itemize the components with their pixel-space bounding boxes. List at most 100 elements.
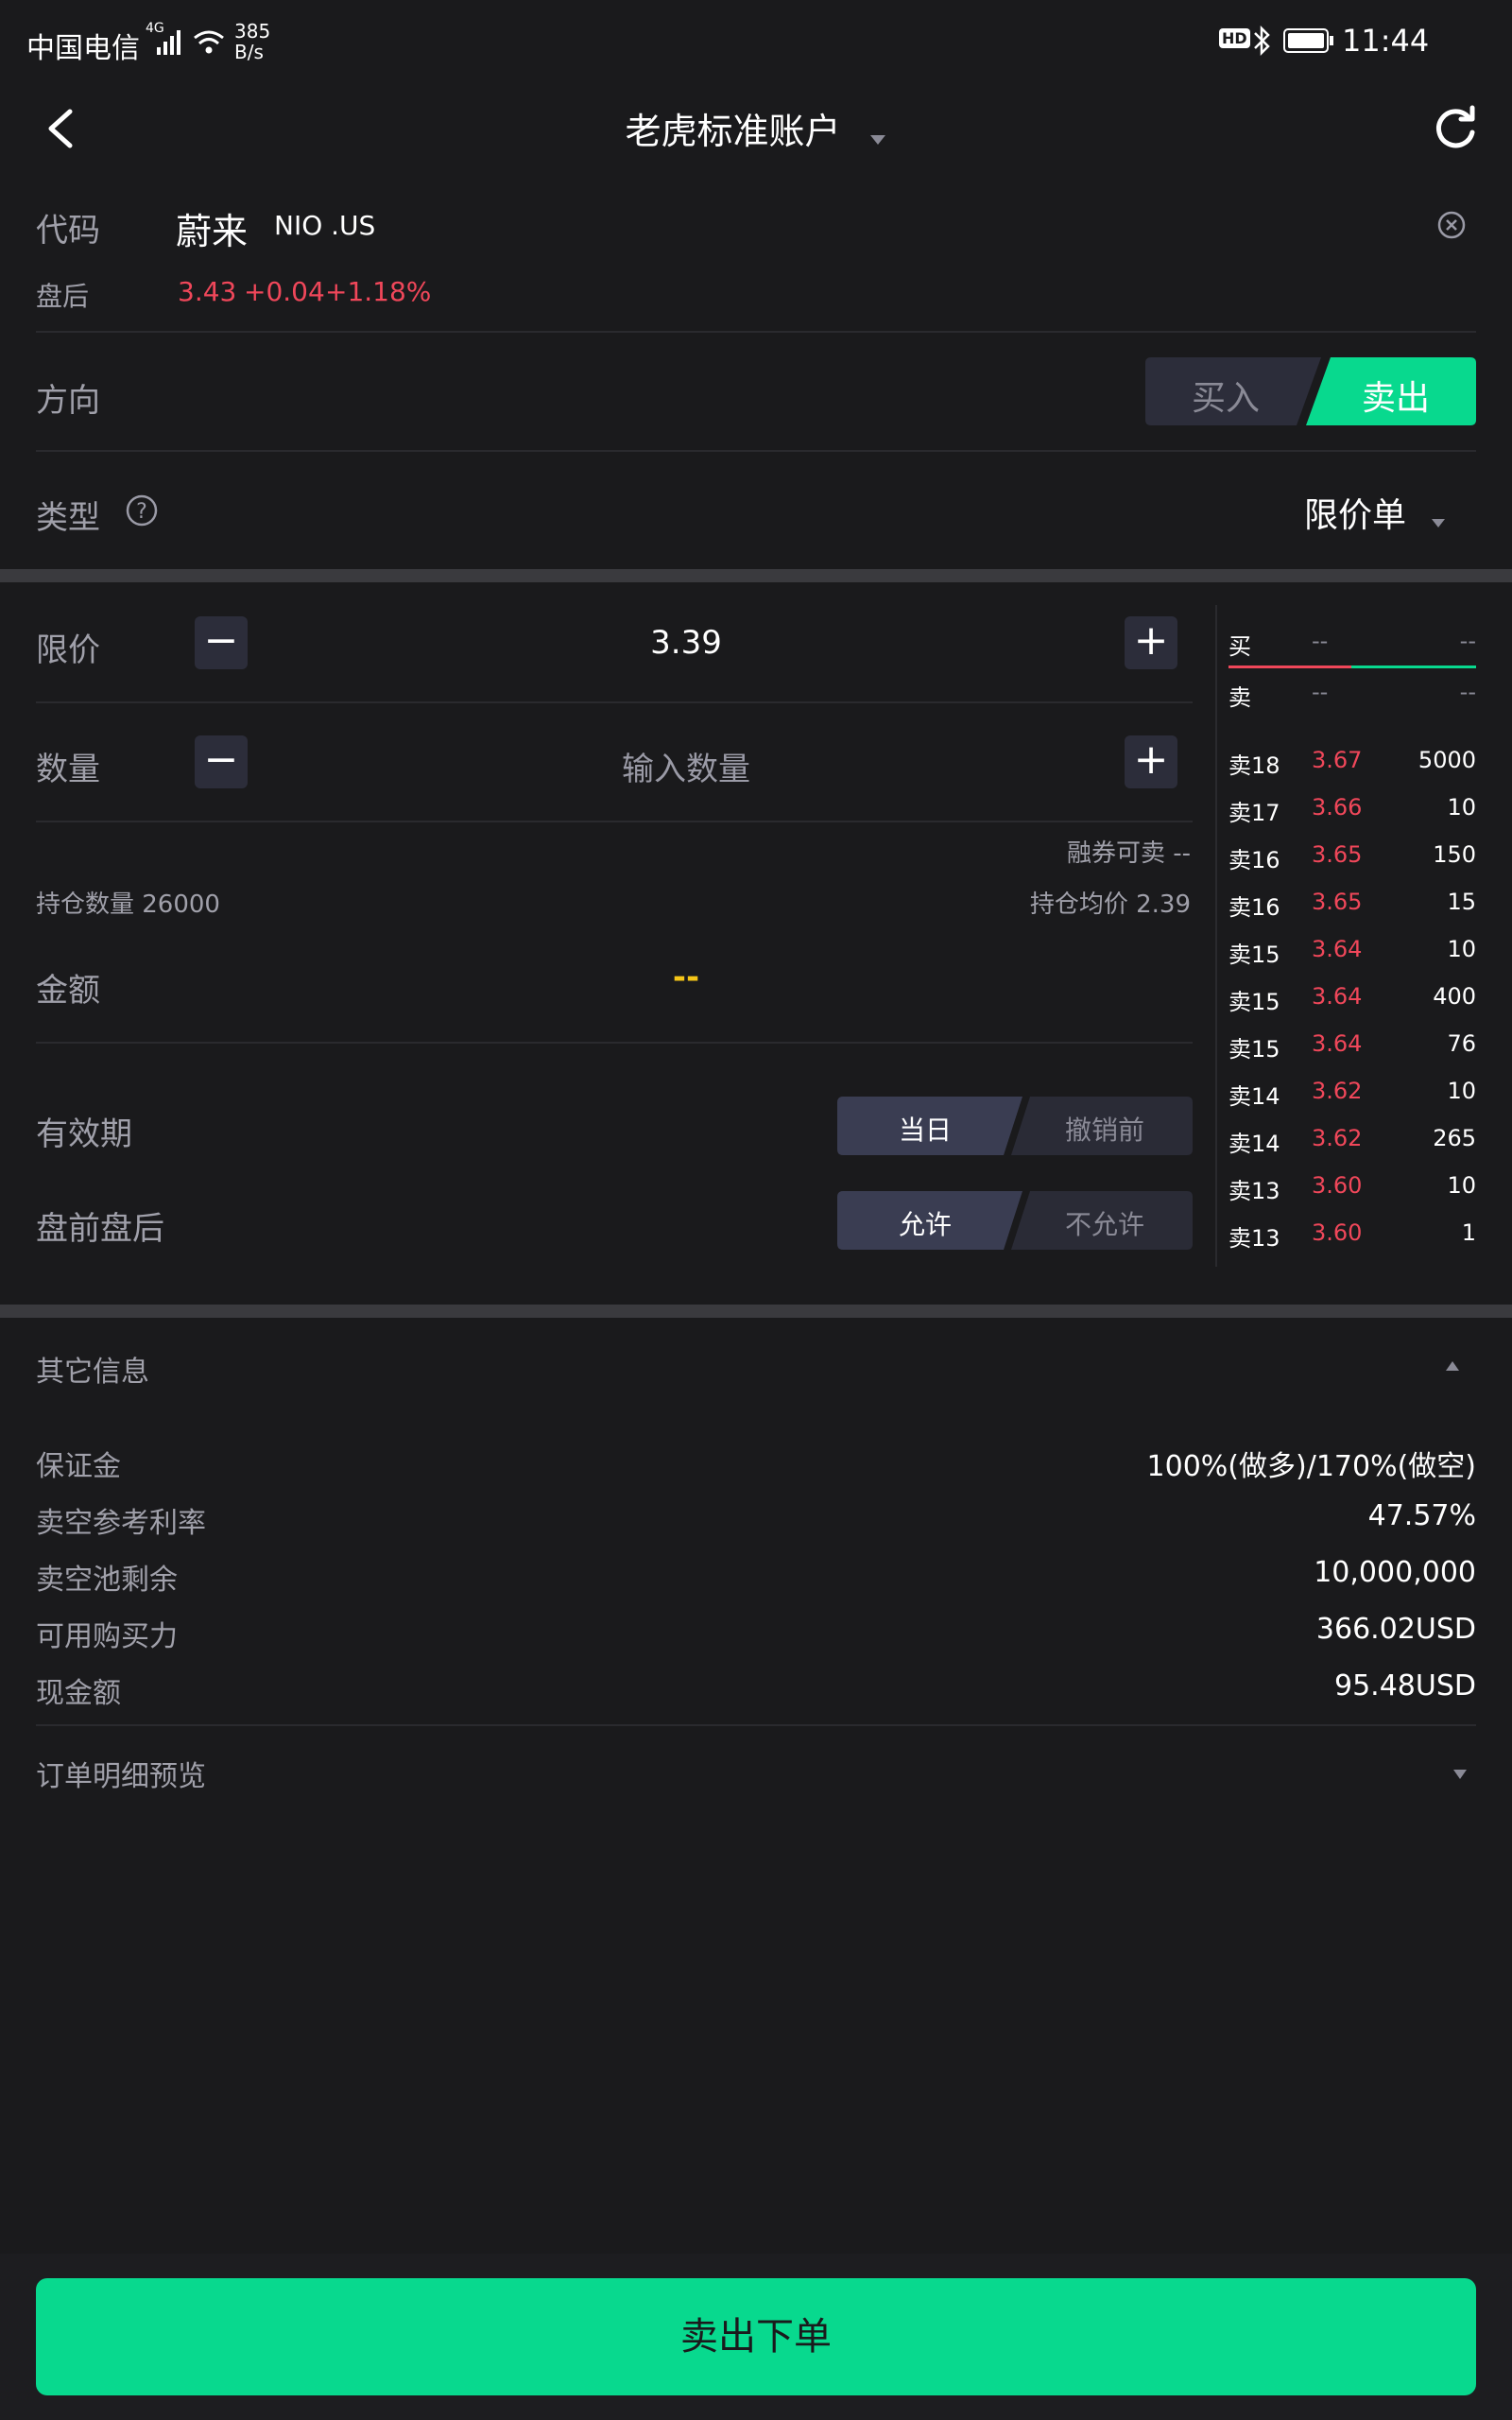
ask-bar bbox=[1351, 666, 1476, 668]
ask-label: 卖 bbox=[1228, 684, 1251, 711]
bid-row: 买 -- -- bbox=[1228, 628, 1476, 666]
help-icon[interactable]: ? bbox=[125, 493, 159, 527]
section-separator bbox=[0, 1305, 1512, 1318]
extended-hours-toggle: 允许 不允许 bbox=[837, 1191, 1193, 1250]
info-row: 卖空池剩余 10,000,000 bbox=[36, 1556, 1476, 1603]
quantity-label: 数量 bbox=[36, 751, 100, 788]
buy-tab[interactable]: 买入 bbox=[1145, 371, 1306, 420]
symbol-label: 代码 bbox=[36, 212, 100, 250]
level-qty: 15 bbox=[1447, 889, 1476, 915]
validity-gtc-option[interactable]: 撤销前 bbox=[1017, 1110, 1193, 1148]
level-qty: 400 bbox=[1433, 983, 1476, 1010]
extended-hours-label: 盘前盘后 bbox=[36, 1210, 164, 1248]
info-key: 现金额 bbox=[36, 1677, 121, 1710]
other-info-title: 其它信息 bbox=[36, 1356, 149, 1389]
order-book-level[interactable]: 卖18 3.67 5000 bbox=[1228, 747, 1476, 794]
bid-price: -- bbox=[1312, 628, 1329, 654]
level-price: 3.64 bbox=[1312, 983, 1363, 1010]
level-price: 3.65 bbox=[1312, 841, 1363, 868]
amount-value: -- bbox=[672, 959, 700, 996]
order-book: 买 -- -- 卖 -- -- 卖18 3.67 5000 卖17 3.66 10 卖16 3… bbox=[1228, 605, 1476, 1286]
bid-bar bbox=[1228, 666, 1351, 668]
info-value: 47.57% bbox=[1367, 1499, 1476, 1532]
order-type-label: 类型 bbox=[36, 499, 100, 537]
direction-label: 方向 bbox=[36, 382, 100, 420]
order-book-level[interactable]: 卖16 3.65 15 bbox=[1228, 889, 1476, 936]
order-book-level[interactable]: 卖13 3.60 1 bbox=[1228, 1219, 1476, 1267]
hd-badge: HD bbox=[1219, 28, 1250, 48]
position-average-price: 持仓均价 2.39 bbox=[1029, 890, 1191, 919]
ask-price: -- bbox=[1312, 679, 1329, 705]
back-icon[interactable] bbox=[42, 106, 79, 151]
level-price: 3.64 bbox=[1312, 936, 1363, 962]
extended-hours-deny-option[interactable]: 不允许 bbox=[1017, 1204, 1193, 1242]
info-row: 保证金 100%(做多)/170%(做空) bbox=[36, 1443, 1476, 1490]
order-book-level[interactable]: 卖13 3.60 10 bbox=[1228, 1172, 1476, 1219]
clock: 11:44 bbox=[1342, 23, 1430, 59]
level-qty: 76 bbox=[1447, 1030, 1476, 1057]
quantity-input[interactable]: 输入数量 bbox=[251, 743, 1121, 789]
wifi-icon bbox=[194, 30, 224, 54]
level-qty: 10 bbox=[1447, 1078, 1476, 1104]
price-minus-button[interactable]: − bbox=[195, 616, 248, 669]
bid-label: 买 bbox=[1228, 633, 1251, 660]
level-qty: 5000 bbox=[1418, 747, 1476, 773]
limit-price-label: 限价 bbox=[36, 631, 100, 669]
level-price: 3.65 bbox=[1312, 889, 1363, 915]
after-hours-change-pct: +1.18% bbox=[325, 276, 432, 307]
submit-sell-button[interactable]: 卖出下单 bbox=[36, 2278, 1476, 2395]
validity-label: 有效期 bbox=[36, 1115, 132, 1153]
validity-day-option[interactable]: 当日 bbox=[837, 1110, 1013, 1148]
level-label: 卖15 bbox=[1228, 1036, 1280, 1063]
caret-down-icon bbox=[1432, 518, 1446, 527]
after-hours-label: 盘后 bbox=[36, 281, 90, 312]
order-book-level[interactable]: 卖15 3.64 10 bbox=[1228, 936, 1476, 983]
sell-tab[interactable]: 卖出 bbox=[1315, 371, 1476, 420]
margin-sellable: 融券可卖 -- bbox=[1066, 839, 1191, 868]
order-book-divider bbox=[1215, 605, 1217, 1267]
refresh-icon[interactable] bbox=[1433, 104, 1478, 153]
quantity-plus-button[interactable]: + bbox=[1125, 735, 1177, 788]
level-qty: 10 bbox=[1447, 1172, 1476, 1199]
order-book-level[interactable]: 卖14 3.62 10 bbox=[1228, 1078, 1476, 1125]
level-qty: 10 bbox=[1447, 794, 1476, 821]
battery-icon bbox=[1283, 28, 1333, 53]
order-book-level[interactable]: 卖14 3.62 265 bbox=[1228, 1125, 1476, 1172]
after-hours-change: +0.04 bbox=[244, 276, 325, 307]
order-book-level[interactable]: 卖17 3.66 10 bbox=[1228, 794, 1476, 841]
info-value: 10,000,000 bbox=[1314, 1556, 1476, 1589]
divider bbox=[36, 701, 1193, 703]
level-price: 3.67 bbox=[1312, 747, 1363, 773]
order-type-select[interactable]: 限价单 bbox=[1304, 488, 1476, 535]
bluetooth-icon bbox=[1254, 25, 1270, 57]
other-info-header[interactable]: 其它信息 bbox=[36, 1346, 1476, 1392]
extended-hours-allow-option[interactable]: 允许 bbox=[837, 1204, 1013, 1242]
info-key: 保证金 bbox=[36, 1450, 121, 1483]
validity-toggle: 当日 撤销前 bbox=[837, 1097, 1193, 1155]
symbol-name[interactable]: 蔚来 bbox=[176, 202, 248, 254]
level-qty: 265 bbox=[1433, 1125, 1476, 1151]
level-price: 3.60 bbox=[1312, 1219, 1363, 1246]
signal-icon bbox=[157, 30, 180, 55]
order-book-level[interactable]: 卖15 3.64 76 bbox=[1228, 1030, 1476, 1078]
order-preview-header[interactable]: 订单明细预览 bbox=[36, 1751, 1476, 1798]
level-qty: 10 bbox=[1447, 936, 1476, 962]
info-value: 366.02USD bbox=[1315, 1613, 1476, 1646]
direction-toggle: 买入 卖出 bbox=[1145, 357, 1476, 425]
level-qty: 150 bbox=[1433, 841, 1476, 868]
account-selector[interactable]: 老虎标准账户 bbox=[567, 102, 945, 159]
level-price: 3.66 bbox=[1312, 794, 1363, 821]
order-book-level[interactable]: 卖16 3.65 150 bbox=[1228, 841, 1476, 889]
level-label: 卖18 bbox=[1228, 752, 1280, 779]
quantity-minus-button[interactable]: − bbox=[195, 735, 248, 788]
level-price: 3.62 bbox=[1312, 1078, 1363, 1104]
symbol-ticker[interactable]: NIO .US bbox=[274, 210, 375, 241]
info-key: 卖空池剩余 bbox=[36, 1564, 178, 1597]
ask-qty: -- bbox=[1459, 679, 1476, 705]
level-label: 卖15 bbox=[1228, 942, 1280, 968]
amount-label: 金额 bbox=[36, 972, 100, 1010]
order-book-level[interactable]: 卖15 3.64 400 bbox=[1228, 983, 1476, 1030]
clear-icon[interactable] bbox=[1436, 210, 1467, 240]
limit-price-input[interactable]: 3.39 bbox=[251, 624, 1121, 662]
price-plus-button[interactable]: + bbox=[1125, 616, 1177, 669]
